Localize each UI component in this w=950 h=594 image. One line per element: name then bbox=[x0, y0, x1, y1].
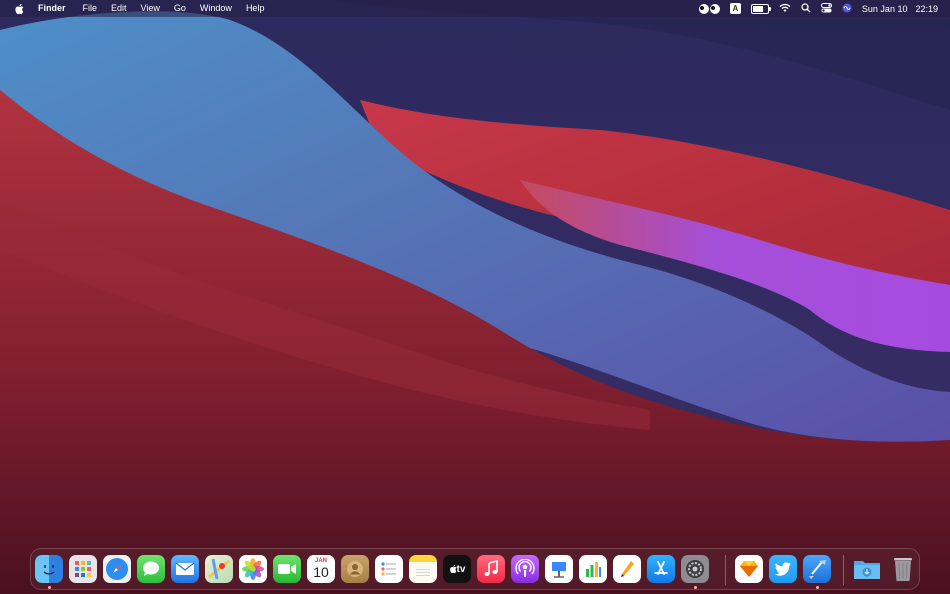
safari-icon[interactable] bbox=[103, 555, 131, 583]
contacts-icon[interactable] bbox=[341, 555, 369, 583]
reminders-icon[interactable] bbox=[375, 555, 403, 583]
tv-icon[interactable]: tv bbox=[443, 555, 471, 583]
twitter-icon[interactable] bbox=[769, 555, 797, 583]
downloads-folder-icon[interactable] bbox=[853, 555, 881, 583]
menu-edit[interactable]: Edit bbox=[104, 0, 134, 17]
dock-separator-2 bbox=[843, 555, 844, 585]
battery-icon[interactable] bbox=[750, 3, 771, 14]
menu-go[interactable]: Go bbox=[167, 0, 193, 17]
sketch-icon[interactable] bbox=[735, 555, 763, 583]
clock-time: 22:19 bbox=[915, 3, 938, 14]
wifi-icon[interactable] bbox=[779, 3, 791, 15]
apple-icon[interactable] bbox=[14, 3, 26, 15]
dock: JAN 10 tv bbox=[30, 548, 920, 590]
dock-separator bbox=[725, 555, 726, 585]
gear-icon[interactable] bbox=[681, 555, 709, 583]
spotlight-search-icon[interactable] bbox=[801, 2, 811, 15]
pages-icon[interactable] bbox=[613, 555, 641, 583]
app-store-icon[interactable] bbox=[647, 555, 675, 583]
control-center-icon[interactable] bbox=[820, 2, 832, 15]
finder-running-indicator bbox=[47, 586, 51, 589]
siri-icon[interactable] bbox=[842, 3, 852, 15]
clock-date: Sun Jan 10 bbox=[861, 3, 908, 14]
photos-icon[interactable] bbox=[239, 555, 267, 583]
launchpad-icon[interactable] bbox=[69, 555, 97, 583]
numbers-icon[interactable] bbox=[579, 555, 607, 583]
calendar-day: 10 bbox=[313, 564, 329, 580]
xcode-icon[interactable] bbox=[803, 555, 831, 583]
desktop-wallpaper bbox=[0, 0, 950, 594]
menu-help[interactable]: Help bbox=[239, 0, 272, 17]
keynote-icon[interactable] bbox=[545, 555, 573, 583]
facetime-icon[interactable] bbox=[273, 555, 301, 583]
podcasts-icon[interactable] bbox=[511, 555, 539, 583]
menu-window[interactable]: Window bbox=[193, 0, 239, 17]
xeyes-icon[interactable] bbox=[698, 3, 720, 14]
system-preferences-running-indicator bbox=[693, 586, 697, 589]
xcode-running-indicator bbox=[815, 586, 819, 589]
music-icon[interactable] bbox=[477, 555, 505, 583]
input-source-icon[interactable]: A bbox=[729, 3, 741, 14]
menu-view[interactable]: View bbox=[134, 0, 167, 17]
menu-file[interactable]: File bbox=[76, 0, 105, 17]
finder-icon[interactable] bbox=[35, 555, 63, 583]
maps-icon[interactable] bbox=[205, 555, 233, 583]
menu-clock[interactable]: Sun Jan 10 22:19 bbox=[862, 4, 938, 14]
tv-label: tv bbox=[456, 563, 466, 575]
mail-icon[interactable] bbox=[171, 555, 199, 583]
messages-icon[interactable] bbox=[137, 555, 165, 583]
menu-app-name[interactable]: Finder bbox=[38, 0, 73, 17]
calendar-icon[interactable]: JAN 10 bbox=[307, 555, 335, 583]
menu-bar: Finder File Edit View Go Window Help A S… bbox=[0, 0, 950, 17]
notes-icon[interactable] bbox=[409, 555, 437, 583]
trash-icon[interactable] bbox=[889, 555, 917, 583]
